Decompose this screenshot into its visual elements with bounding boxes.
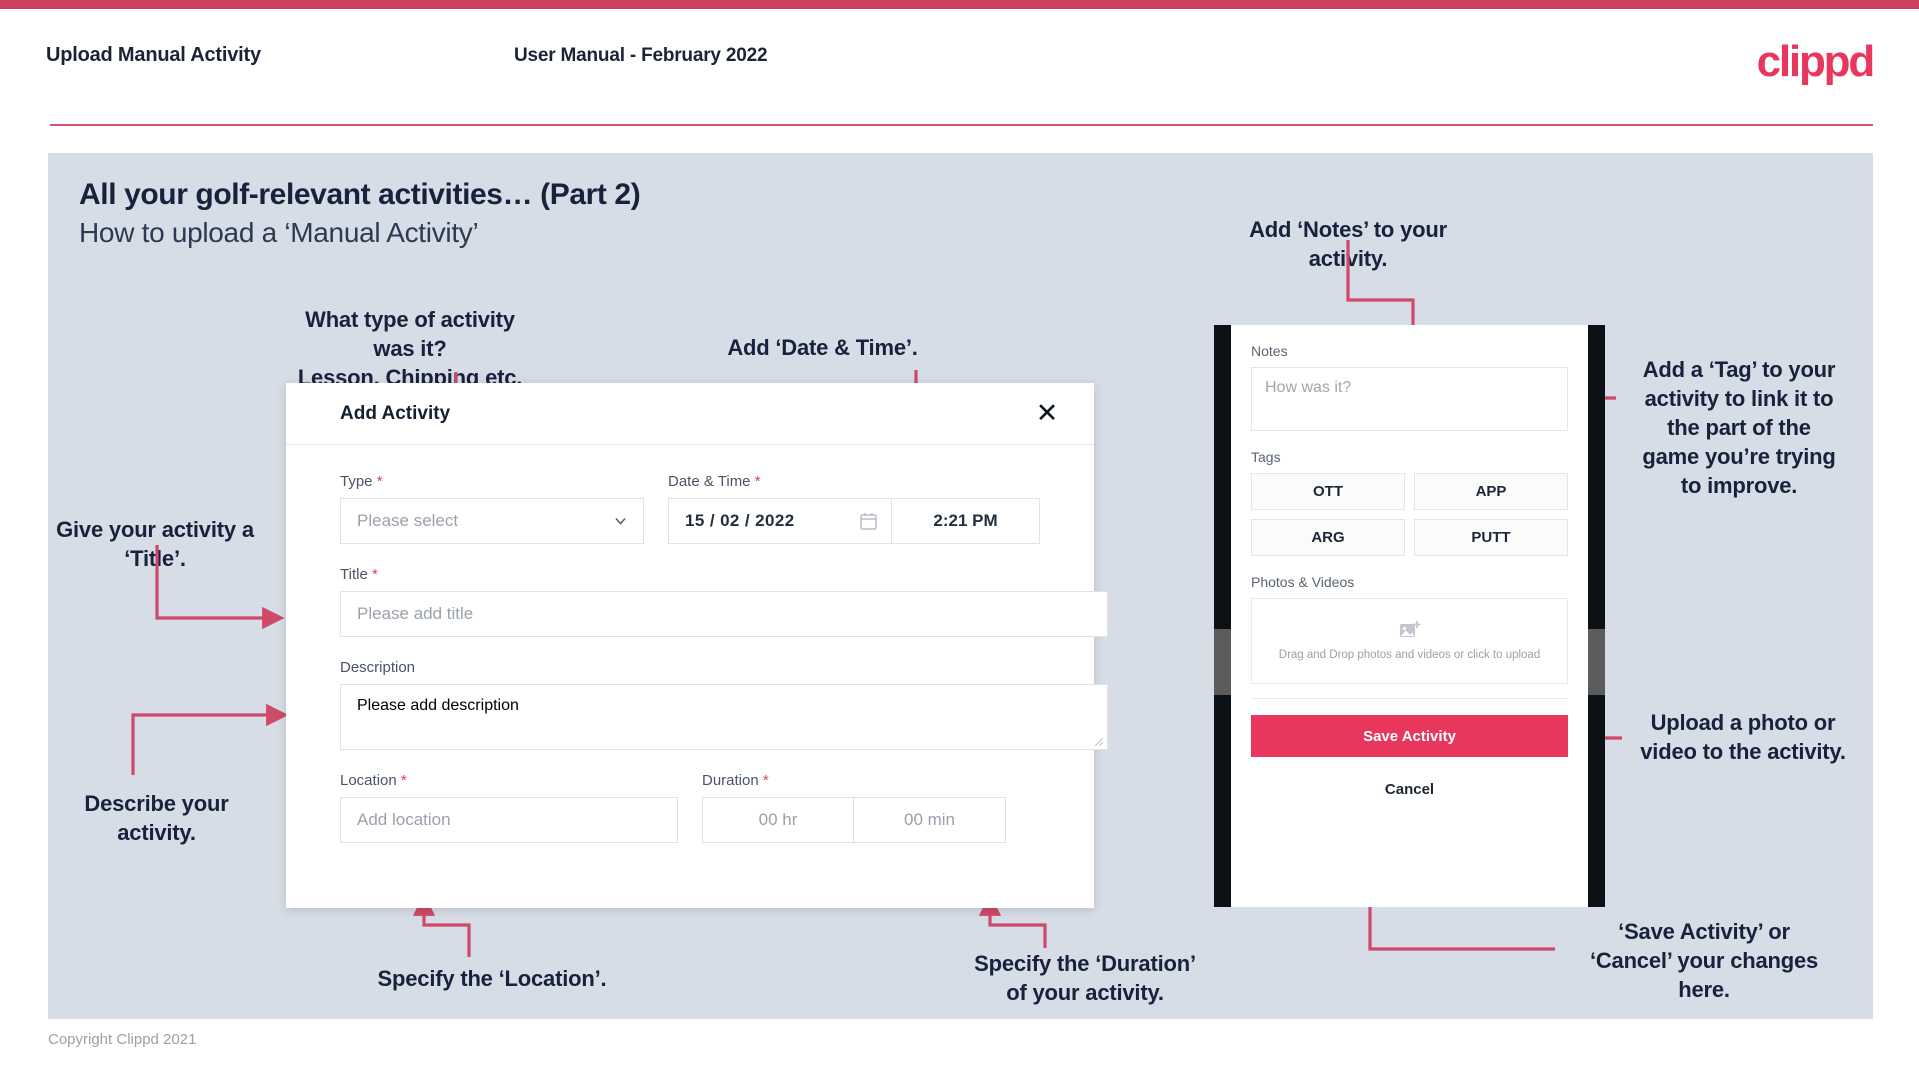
cancel-button[interactable]: Cancel <box>1251 781 1568 798</box>
title-label-text: Title <box>340 566 368 583</box>
type-label: Type * <box>340 473 644 490</box>
duration-label-text: Duration <box>702 772 759 789</box>
time-input[interactable]: 2:21 PM <box>892 498 1040 544</box>
type-placeholder: Please select <box>357 511 459 530</box>
title-required-marker: * <box>371 566 378 583</box>
dialog-body: Type * Please select Date & Time * 15 / … <box>286 445 1108 843</box>
location-required-marker: * <box>400 772 407 789</box>
tags-grid: OTT APP ARG PUTT <box>1251 473 1568 556</box>
dialog-header: Add Activity ✕ <box>286 383 1094 445</box>
duration-minutes-input[interactable]: 00 min <box>854 797 1006 843</box>
save-activity-button[interactable]: Save Activity <box>1251 715 1568 757</box>
annotation-tag: Add a ‘Tag’ to your activity to link it … <box>1642 357 1836 498</box>
calendar-icon[interactable] <box>860 512 877 530</box>
slide-root: Upload Manual Activity User Manual - Feb… <box>0 0 1919 1079</box>
notes-textarea[interactable]: How was it? <box>1251 367 1568 431</box>
phone-bezel-right <box>1588 325 1605 907</box>
datetime-label: Date & Time * <box>668 473 1040 490</box>
annotation-notes: Add ‘Notes’ to your activity. <box>1249 217 1447 271</box>
duration-hours-placeholder: 00 hr <box>758 810 798 829</box>
location-input[interactable]: Add location <box>340 797 678 843</box>
close-icon[interactable]: ✕ <box>1030 396 1064 430</box>
datetime-required-marker: * <box>754 473 761 490</box>
form-row-type-datetime: Type * Please select Date & Time * 15 / … <box>340 473 1040 544</box>
duration-label: Duration * <box>702 772 1040 789</box>
slide-heading: All your golf-relevant activities… (Part… <box>79 178 641 211</box>
dialog-title: Add Activity <box>340 403 451 424</box>
phone-divider <box>1251 698 1568 699</box>
title-input[interactable]: Please add title <box>340 591 1108 637</box>
description-textarea[interactable]: Please add description <box>340 684 1108 750</box>
tag-putt[interactable]: PUTT <box>1414 519 1568 556</box>
datetime-field-group: Date & Time * 15 / 02 / 2022 2:21 PM <box>668 473 1040 544</box>
datetime-inputs: 15 / 02 / 2022 2:21 PM <box>668 498 1040 544</box>
add-image-icon <box>1399 620 1420 637</box>
tags-label: Tags <box>1251 449 1281 465</box>
duration-inputs: 00 hr 00 min <box>702 797 1040 843</box>
notes-label: Notes <box>1251 343 1288 359</box>
location-placeholder: Add location <box>357 810 451 829</box>
header-divider <box>50 124 1873 126</box>
datetime-label-text: Date & Time <box>668 473 751 490</box>
tag-ott[interactable]: OTT <box>1251 473 1405 510</box>
location-label-text: Location <box>340 772 397 789</box>
tag-arg[interactable]: ARG <box>1251 519 1405 556</box>
clippd-logo: clippd <box>1756 37 1876 86</box>
duration-field-group: Duration * 00 hr 00 min <box>702 772 1040 843</box>
duration-minutes-placeholder: 00 min <box>903 810 956 829</box>
description-placeholder: Please add description <box>357 697 519 714</box>
tag-app[interactable]: APP <box>1414 473 1568 510</box>
form-row-location-duration: Location * Add location Duration * 00 hr <box>340 772 1040 843</box>
type-select[interactable]: Please select <box>340 498 644 544</box>
photos-videos-label: Photos & Videos <box>1251 574 1355 590</box>
date-value: 15 / 02 / 2022 <box>685 511 795 530</box>
annotation-duration: Specify the ‘Duration’ of your activity. <box>974 951 1196 1005</box>
description-label: Description <box>340 659 1040 676</box>
annotation-description: Describe your activity. <box>84 791 229 845</box>
phone-power-button <box>1588 629 1605 695</box>
add-activity-dialog: Add Activity ✕ Type * Please select Date… <box>286 383 1108 908</box>
annotation-title: Give your activity a ‘Title’. <box>56 517 254 571</box>
description-field-group: Description Please add description <box>340 659 1108 750</box>
photo-upload-dropzone[interactable]: Drag and Drop photos and videos or click… <box>1251 598 1568 684</box>
annotation-datetime: Add ‘Date & Time’. <box>727 335 918 360</box>
notes-placeholder: How was it? <box>1265 379 1352 396</box>
title-field-group: Title * Please add title <box>340 566 1108 637</box>
phone-screen: Notes How was it? Tags OTT APP ARG PUTT … <box>1231 325 1588 907</box>
description-label-text: Description <box>340 659 416 676</box>
annotation-location: Specify the ‘Location’. <box>377 966 607 991</box>
date-input[interactable]: 15 / 02 / 2022 <box>668 498 892 544</box>
phone-volume-button <box>1214 629 1231 695</box>
dropzone-text: Drag and Drop photos and videos or click… <box>1278 648 1541 661</box>
document-subtitle: User Manual - February 2022 <box>514 45 768 66</box>
footer-copyright: Copyright Clippd 2021 <box>48 1031 197 1048</box>
resize-grip-icon[interactable] <box>1094 737 1104 747</box>
annotation-save: ‘Save Activity’ or ‘Cancel’ your changes… <box>1589 919 1819 1002</box>
page-title: Upload Manual Activity <box>46 44 261 66</box>
type-field-group: Type * Please select <box>340 473 644 544</box>
duration-hours-input[interactable]: 00 hr <box>702 797 854 843</box>
title-label: Title * <box>340 566 1040 583</box>
annotation-upload: Upload a photo or video to the activity. <box>1640 710 1846 764</box>
duration-required-marker: * <box>762 772 769 789</box>
chevron-down-icon <box>615 517 626 525</box>
type-label-text: Type <box>340 473 373 490</box>
slide-subheading: How to upload a ‘Manual Activity’ <box>79 217 479 248</box>
phone-bezel-left <box>1214 325 1231 907</box>
top-accent-bar <box>0 0 1919 9</box>
phone-mockup: Notes How was it? Tags OTT APP ARG PUTT … <box>1214 325 1605 907</box>
time-value: 2:21 PM <box>933 511 998 530</box>
location-label: Location * <box>340 772 678 789</box>
location-field-group: Location * Add location <box>340 772 678 843</box>
type-required-marker: * <box>376 473 383 490</box>
annotation-type: What type of activity was it? Lesson, Ch… <box>297 307 523 390</box>
title-placeholder: Please add title <box>357 604 474 623</box>
